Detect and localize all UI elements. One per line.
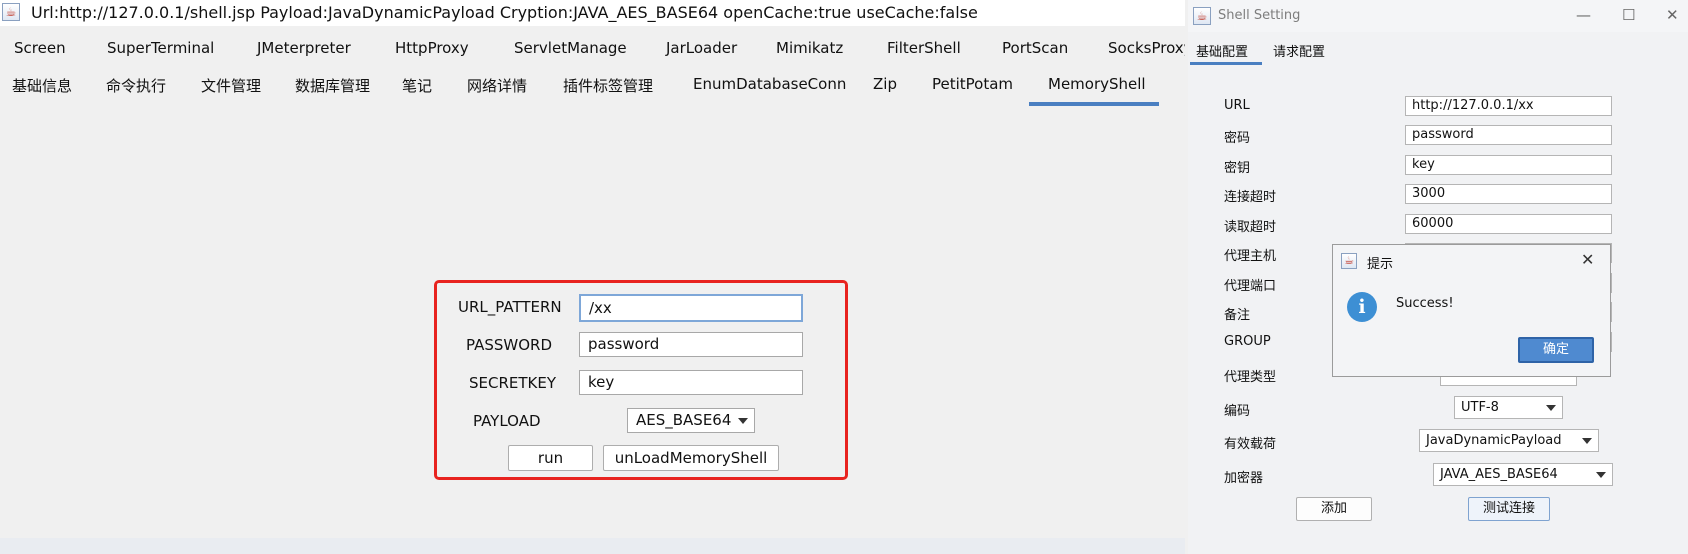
- payload-select-value: AES_BASE64: [636, 411, 732, 429]
- read-timeout-field[interactable]: 60000: [1405, 214, 1612, 234]
- tab-zip[interactable]: Zip: [873, 75, 897, 93]
- maximize-icon[interactable]: ☐: [1622, 6, 1635, 24]
- tab-screen[interactable]: Screen: [14, 39, 66, 57]
- tab-mimikatz[interactable]: Mimikatz: [776, 39, 843, 57]
- payload-label: PAYLOAD: [473, 412, 541, 430]
- dialog-title: 提示: [1367, 257, 1394, 272]
- url-label: URL: [1224, 98, 1250, 113]
- proxy-host-label: 代理主机: [1224, 249, 1277, 264]
- chevron-down-icon: [1582, 438, 1592, 444]
- password-label: 密码: [1224, 131, 1251, 146]
- cryption-label: 加密器: [1224, 471, 1264, 486]
- tab-jarloader[interactable]: JarLoader: [666, 39, 737, 57]
- add-button[interactable]: 添加: [1296, 497, 1372, 521]
- url-pattern-label: URL_PATTERN: [458, 298, 562, 316]
- chevron-down-icon: [1546, 405, 1556, 411]
- message-dialog: ☕ 提示 ✕ i Success! 确定: [1332, 244, 1611, 377]
- tab-jmeterpreter[interactable]: JMeterpreter: [257, 39, 351, 57]
- status-strip: [0, 538, 1185, 554]
- cryption-select-value: JAVA_AES_BASE64: [1440, 467, 1558, 482]
- tab-request-config[interactable]: 请求配置: [1273, 41, 1325, 60]
- url-field[interactable]: http://127.0.0.1/xx: [1405, 96, 1612, 116]
- tab-plugin-label-manager[interactable]: 插件标签管理: [563, 75, 653, 96]
- read-timeout-label: 读取超时: [1224, 220, 1277, 235]
- password-label: PASSWORD: [466, 336, 553, 354]
- conn-timeout-field[interactable]: 3000: [1405, 184, 1612, 204]
- tab-servletmanage[interactable]: ServletManage: [514, 39, 627, 57]
- tab-petitpotam[interactable]: PetitPotam: [932, 75, 1013, 93]
- tab-basic-config[interactable]: 基础配置: [1196, 41, 1248, 60]
- setting-titlebar: ☕ Shell Setting — ☐ ✕: [1188, 0, 1688, 32]
- proxy-type-label: 代理类型: [1224, 370, 1277, 385]
- tab-command-exec[interactable]: 命令执行: [106, 75, 166, 96]
- window-title: Url:http://127.0.0.1/shell.jsp Payload:J…: [31, 3, 978, 22]
- tab-filtershell[interactable]: FilterShell: [887, 39, 961, 57]
- ok-button[interactable]: 确定: [1518, 337, 1594, 363]
- setting-tab-bar: 基础配置 请求配置: [1188, 35, 1688, 66]
- minimize-icon[interactable]: —: [1576, 6, 1591, 24]
- key-label: 密钥: [1224, 161, 1251, 176]
- java-cup-icon: ☕: [1193, 7, 1211, 25]
- tab-db-manager[interactable]: 数据库管理: [295, 75, 370, 96]
- encoding-select[interactable]: UTF-8: [1454, 396, 1563, 419]
- unload-memoryshell-button[interactable]: unLoadMemoryShell: [603, 445, 779, 471]
- encoding-label: 编码: [1224, 404, 1251, 419]
- java-cup-icon: ☕: [2, 3, 20, 21]
- key-field[interactable]: key: [1405, 155, 1612, 175]
- close-icon[interactable]: ✕: [1581, 250, 1594, 269]
- tab-network-details[interactable]: 网络详情: [467, 75, 527, 96]
- cryption-select[interactable]: JAVA_AES_BASE64: [1433, 463, 1613, 486]
- tab-notes[interactable]: 笔记: [402, 75, 432, 96]
- chevron-down-icon: [738, 418, 748, 424]
- setting-window-title: Shell Setting: [1218, 8, 1301, 23]
- active-tab-indicator: [1029, 102, 1159, 106]
- tab-socksproxy[interactable]: SocksProxy: [1108, 39, 1185, 57]
- active-tab-indicator: [1190, 62, 1262, 65]
- module-tab-bar: 基础信息 命令执行 文件管理 数据库管理 笔记 网络详情 插件标签管理 Enum…: [0, 66, 1185, 102]
- tab-file-manager[interactable]: 文件管理: [201, 75, 261, 96]
- tab-enumdatabaseconn[interactable]: EnumDatabaseConn: [693, 75, 846, 93]
- secretkey-input[interactable]: key: [579, 370, 803, 395]
- tab-httpproxy[interactable]: HttpProxy: [395, 39, 469, 57]
- plugin-tab-bar: Screen SuperTerminal JMeterpreter HttpPr…: [0, 30, 1185, 66]
- group-label: GROUP: [1224, 334, 1271, 349]
- payload-select[interactable]: JavaDynamicPayload: [1419, 429, 1599, 452]
- remark-label: 备注: [1224, 308, 1251, 323]
- main-window: ☕ Url:http://127.0.0.1/shell.jsp Payload…: [0, 0, 1185, 554]
- tab-basic-info[interactable]: 基础信息: [12, 75, 72, 96]
- test-connection-button[interactable]: 测试连接: [1468, 497, 1550, 521]
- password-field[interactable]: password: [1405, 125, 1612, 145]
- chevron-down-icon: [1596, 472, 1606, 478]
- encoding-select-value: UTF-8: [1461, 400, 1499, 415]
- main-titlebar: ☕ Url:http://127.0.0.1/shell.jsp Payload…: [0, 0, 1185, 26]
- tab-memoryshell[interactable]: MemoryShell: [1048, 75, 1146, 93]
- dialog-message: Success!: [1396, 296, 1454, 311]
- close-icon[interactable]: ✕: [1666, 6, 1679, 24]
- secretkey-label: SECRETKEY: [469, 374, 557, 392]
- payload-select[interactable]: AES_BASE64: [627, 408, 755, 433]
- proxy-port-label: 代理端口: [1224, 279, 1277, 294]
- payload-select-value: JavaDynamicPayload: [1426, 433, 1562, 448]
- payload-label: 有效载荷: [1224, 437, 1277, 452]
- info-icon: i: [1347, 292, 1377, 322]
- run-button[interactable]: run: [508, 445, 593, 471]
- password-input[interactable]: password: [579, 332, 803, 357]
- tab-superterminal[interactable]: SuperTerminal: [107, 39, 214, 57]
- tab-portscan[interactable]: PortScan: [1002, 39, 1068, 57]
- java-cup-icon: ☕: [1341, 253, 1357, 269]
- memoryshell-form: URL_PATTERN /xx PASSWORD password SECRET…: [434, 280, 848, 480]
- conn-timeout-label: 连接超时: [1224, 190, 1277, 205]
- url-pattern-input[interactable]: /xx: [579, 294, 803, 322]
